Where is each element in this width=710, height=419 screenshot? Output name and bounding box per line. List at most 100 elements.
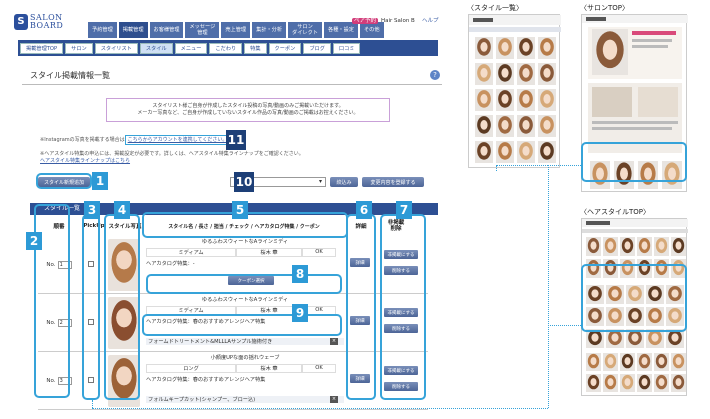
top-nav-item[interactable]: お客様管理 xyxy=(149,22,184,38)
top-nav-item[interactable]: 売上管理 xyxy=(221,22,251,38)
top-nav-item[interactable]: 集計・分析 xyxy=(252,22,287,38)
callout-number-9: 9 xyxy=(292,304,308,322)
top-nav: 予約管理 掲載管理 お客様管理 メッセージ 管理 売上管理 集計・分析 サロン ダイレクト各… xyxy=(88,22,384,38)
preview-face xyxy=(501,42,509,52)
preview-block xyxy=(638,87,678,117)
preview-face xyxy=(641,357,648,366)
connector-line xyxy=(92,400,93,408)
preview-face xyxy=(501,146,509,156)
callout-box-pickup xyxy=(82,214,100,400)
connector-line xyxy=(548,165,581,166)
callout-number-3: 3 xyxy=(84,201,100,219)
sub-nav-item[interactable]: サロン xyxy=(65,42,93,54)
sub-nav-item[interactable]: こだわり xyxy=(209,42,243,54)
sub-nav-item[interactable]: クーポン xyxy=(268,42,302,54)
connector-line xyxy=(496,165,497,171)
callout-box-publish xyxy=(380,214,426,400)
top-nav-item[interactable]: 予約管理 xyxy=(88,22,117,38)
preview-block xyxy=(586,17,606,21)
sub-nav-item[interactable]: 掲載管理TOP xyxy=(20,42,64,54)
preview-face xyxy=(590,378,597,387)
sub-nav-item[interactable]: スタイル xyxy=(139,42,173,54)
style-name: ゆるふわスウィートなAラインミディ xyxy=(201,239,289,245)
instagram-note: ※Instagramの写真を掲載する場合は こちらからアカウントを連携してください… xyxy=(40,135,231,145)
preview-face xyxy=(591,333,599,342)
preview-face xyxy=(480,94,488,104)
preview-face xyxy=(522,146,530,156)
callout-number-6: 6 xyxy=(356,201,372,219)
top-nav-item[interactable]: 各種・設定 xyxy=(324,22,358,38)
top-nav-item[interactable]: サロン ダイレクト xyxy=(288,22,322,38)
preview-block xyxy=(592,127,672,130)
question-icon[interactable]: ? xyxy=(430,70,440,80)
preview-face xyxy=(641,241,648,250)
callout-box-hairstyle-top xyxy=(581,264,687,332)
preview-face xyxy=(611,333,619,342)
style-name: 小顔度UPな面の揺れウェーブ xyxy=(210,355,280,361)
stylist-cell: 桜木 華 xyxy=(236,248,302,257)
sub-nav-item[interactable]: 特集 xyxy=(244,42,267,54)
preview-face xyxy=(543,94,551,104)
sub-nav-item[interactable]: スタイリスト xyxy=(94,42,138,54)
top-nav-item[interactable]: 掲載管理 xyxy=(118,22,148,38)
preview-face xyxy=(590,241,597,250)
callout-number-8: 8 xyxy=(292,265,308,283)
preview-face xyxy=(631,333,639,342)
callout-number-4: 4 xyxy=(114,201,130,219)
callout-box-detail xyxy=(346,214,376,400)
preview-face xyxy=(543,42,551,52)
close-icon[interactable]: × xyxy=(330,396,338,403)
salon-board-screen: S SALON BOARD 予約管理 掲載管理 お客様管理 メッセージ 管理 売上管理 集計… xyxy=(0,0,452,419)
check-cell: OK xyxy=(302,248,336,257)
preview-face xyxy=(501,120,509,130)
preview-face xyxy=(624,241,631,250)
coupon-name: フォルムキープカット(シャンプー、ブロー込) xyxy=(146,396,344,403)
refine-button[interactable]: 絞込み xyxy=(330,177,358,187)
connector-line xyxy=(496,165,548,166)
save-order-button[interactable]: 変更内容を登録する xyxy=(362,177,424,187)
callout-number-2: 2 xyxy=(26,232,42,250)
preview-face xyxy=(607,357,614,366)
preview-face xyxy=(543,68,551,78)
catalog-label: ヘアカタログ特集：- xyxy=(146,261,195,267)
preview-face xyxy=(480,146,488,156)
preview-face xyxy=(522,68,530,78)
caption-hairstyle-top: 〈ヘアスタイルTOP〉 xyxy=(580,208,651,216)
preview-face xyxy=(522,94,530,104)
callout-box-coupon xyxy=(146,274,342,294)
pair-badge: ペア予約 xyxy=(352,18,379,24)
hair-style-lineup-link[interactable]: ヘアスタイル特集ラインナップはこちら xyxy=(40,157,130,164)
preview-face xyxy=(522,120,530,130)
preview-face xyxy=(658,241,665,250)
help-link[interactable]: ヘルプ xyxy=(422,16,439,24)
sub-nav-item[interactable]: メニュー xyxy=(174,42,208,54)
style-list-preview xyxy=(469,15,561,163)
preview-face xyxy=(480,68,488,78)
preview-face xyxy=(671,333,679,342)
top-nav-item[interactable]: メッセージ 管理 xyxy=(185,22,220,38)
salon-board-logo[interactable]: S SALON BOARD xyxy=(14,14,63,30)
top-nav-item[interactable]: その他 xyxy=(359,22,384,38)
preview-face xyxy=(658,357,665,366)
sub-nav-item[interactable]: 口コミ xyxy=(332,42,361,54)
logo-text-line2: BOARD xyxy=(30,21,64,30)
sub-nav-item[interactable]: ブログ xyxy=(303,42,331,54)
instagram-link[interactable]: こちらからアカウントを連携してください。 xyxy=(128,137,228,143)
preview-block xyxy=(632,45,668,48)
preview-face xyxy=(651,333,659,342)
preview-face xyxy=(480,120,488,130)
callout-number-1: 1 xyxy=(92,172,108,190)
catalog-label: ヘアカタログ特集：春のおすすめアレンジヘア特集 xyxy=(146,377,266,383)
caption-salon-top: 〈サロンTOP〉 xyxy=(580,4,630,12)
close-icon[interactable]: × xyxy=(330,338,338,345)
preview-block xyxy=(582,229,688,233)
callout-box-photo xyxy=(104,214,140,400)
connector-line xyxy=(548,165,549,408)
preview-face xyxy=(675,357,682,366)
length-cell: ロング xyxy=(146,364,236,373)
coupon-name: フォームドトリートメント&MLLLAサンプル施術付き xyxy=(146,338,344,345)
hair-style-note: ※ヘアスタイル特集の申込には、掲載設定が必要です。詳しくは、ヘアスタイル特集ライ… xyxy=(40,151,304,157)
preview-face xyxy=(624,357,631,366)
callout-number-11: 11 xyxy=(226,130,246,150)
preview-face xyxy=(602,39,618,60)
